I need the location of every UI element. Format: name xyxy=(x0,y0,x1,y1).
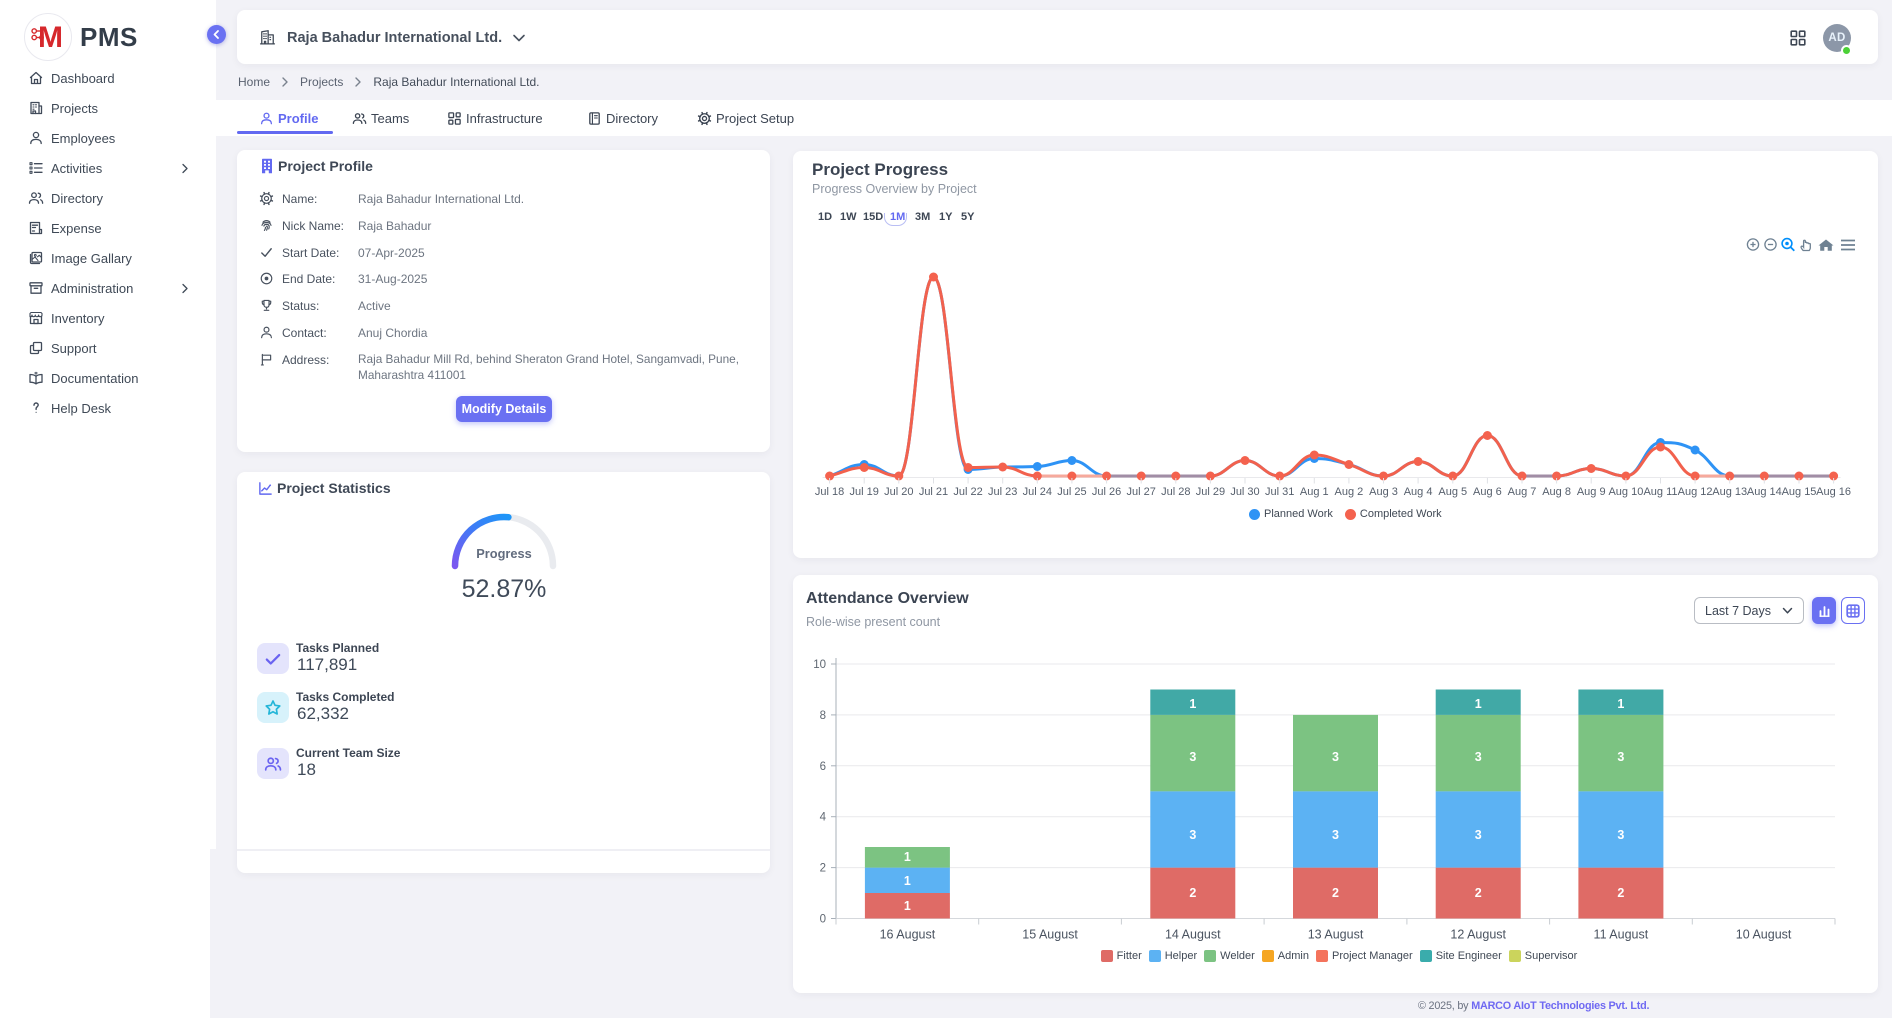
svg-text:1: 1 xyxy=(904,899,911,913)
svg-text:Jul 27: Jul 27 xyxy=(1127,486,1156,498)
svg-text:3: 3 xyxy=(1332,750,1339,764)
svg-text:Aug 11: Aug 11 xyxy=(1643,486,1677,498)
svg-text:Aug 5: Aug 5 xyxy=(1438,486,1467,498)
svg-text:3: 3 xyxy=(1332,828,1339,842)
svg-text:10 August: 10 August xyxy=(1736,928,1792,942)
svg-text:Aug 10: Aug 10 xyxy=(1608,486,1643,498)
svg-text:1: 1 xyxy=(1617,697,1624,711)
svg-text:2: 2 xyxy=(820,863,826,875)
svg-text:2: 2 xyxy=(1617,886,1624,900)
svg-text:Jul 30: Jul 30 xyxy=(1230,486,1259,498)
svg-text:Jul 23: Jul 23 xyxy=(988,486,1017,498)
svg-text:Jul 25: Jul 25 xyxy=(1057,486,1086,498)
svg-text:1: 1 xyxy=(904,874,911,888)
svg-text:Jul 21: Jul 21 xyxy=(919,486,948,498)
svg-text:Jul 18: Jul 18 xyxy=(815,486,844,498)
svg-text:Jul 20: Jul 20 xyxy=(884,486,913,498)
svg-text:2: 2 xyxy=(1332,886,1339,900)
svg-text:4: 4 xyxy=(820,812,827,824)
svg-text:Aug 9: Aug 9 xyxy=(1577,486,1606,498)
svg-text:0: 0 xyxy=(820,914,826,926)
svg-text:Aug 12: Aug 12 xyxy=(1678,486,1713,498)
svg-text:10: 10 xyxy=(813,659,826,671)
svg-text:12 August: 12 August xyxy=(1450,928,1506,942)
svg-text:Aug 1: Aug 1 xyxy=(1300,486,1329,498)
svg-text:Aug 15: Aug 15 xyxy=(1782,486,1817,498)
svg-text:Aug 3: Aug 3 xyxy=(1369,486,1398,498)
svg-text:3: 3 xyxy=(1617,828,1624,842)
svg-text:3: 3 xyxy=(1189,828,1196,842)
svg-text:Aug 6: Aug 6 xyxy=(1473,486,1502,498)
svg-text:3: 3 xyxy=(1189,750,1196,764)
svg-text:Jul 28: Jul 28 xyxy=(1161,486,1190,498)
svg-text:Jul 24: Jul 24 xyxy=(1023,486,1052,498)
svg-text:3: 3 xyxy=(1475,750,1482,764)
svg-text:1: 1 xyxy=(1189,697,1196,711)
svg-text:13 August: 13 August xyxy=(1308,928,1364,942)
svg-text:15 August: 15 August xyxy=(1022,928,1078,942)
svg-text:Jul 19: Jul 19 xyxy=(850,486,879,498)
svg-text:Aug 4: Aug 4 xyxy=(1404,486,1433,498)
svg-text:Jul 26: Jul 26 xyxy=(1092,486,1121,498)
svg-text:8: 8 xyxy=(820,710,826,722)
svg-text:16 August: 16 August xyxy=(880,928,936,942)
svg-text:Jul 29: Jul 29 xyxy=(1196,486,1225,498)
svg-text:2: 2 xyxy=(1475,886,1482,900)
svg-text:2: 2 xyxy=(1189,886,1196,900)
svg-text:Jul 31: Jul 31 xyxy=(1265,486,1294,498)
svg-text:Aug 13: Aug 13 xyxy=(1712,486,1747,498)
svg-text:6: 6 xyxy=(820,761,826,773)
svg-text:1: 1 xyxy=(1475,697,1482,711)
svg-text:3: 3 xyxy=(1617,750,1624,764)
svg-text:Aug 8: Aug 8 xyxy=(1542,486,1571,498)
svg-text:Jul 22: Jul 22 xyxy=(953,486,982,498)
svg-text:3: 3 xyxy=(1475,828,1482,842)
svg-text:Aug 16: Aug 16 xyxy=(1816,486,1851,498)
svg-text:M: M xyxy=(38,21,63,54)
svg-text:Aug 2: Aug 2 xyxy=(1335,486,1364,498)
svg-text:11 August: 11 August xyxy=(1594,928,1649,942)
svg-text:Aug 14: Aug 14 xyxy=(1747,486,1782,498)
svg-text:Aug 7: Aug 7 xyxy=(1508,486,1537,498)
svg-text:14 August: 14 August xyxy=(1165,928,1221,942)
svg-text:1: 1 xyxy=(904,850,911,864)
